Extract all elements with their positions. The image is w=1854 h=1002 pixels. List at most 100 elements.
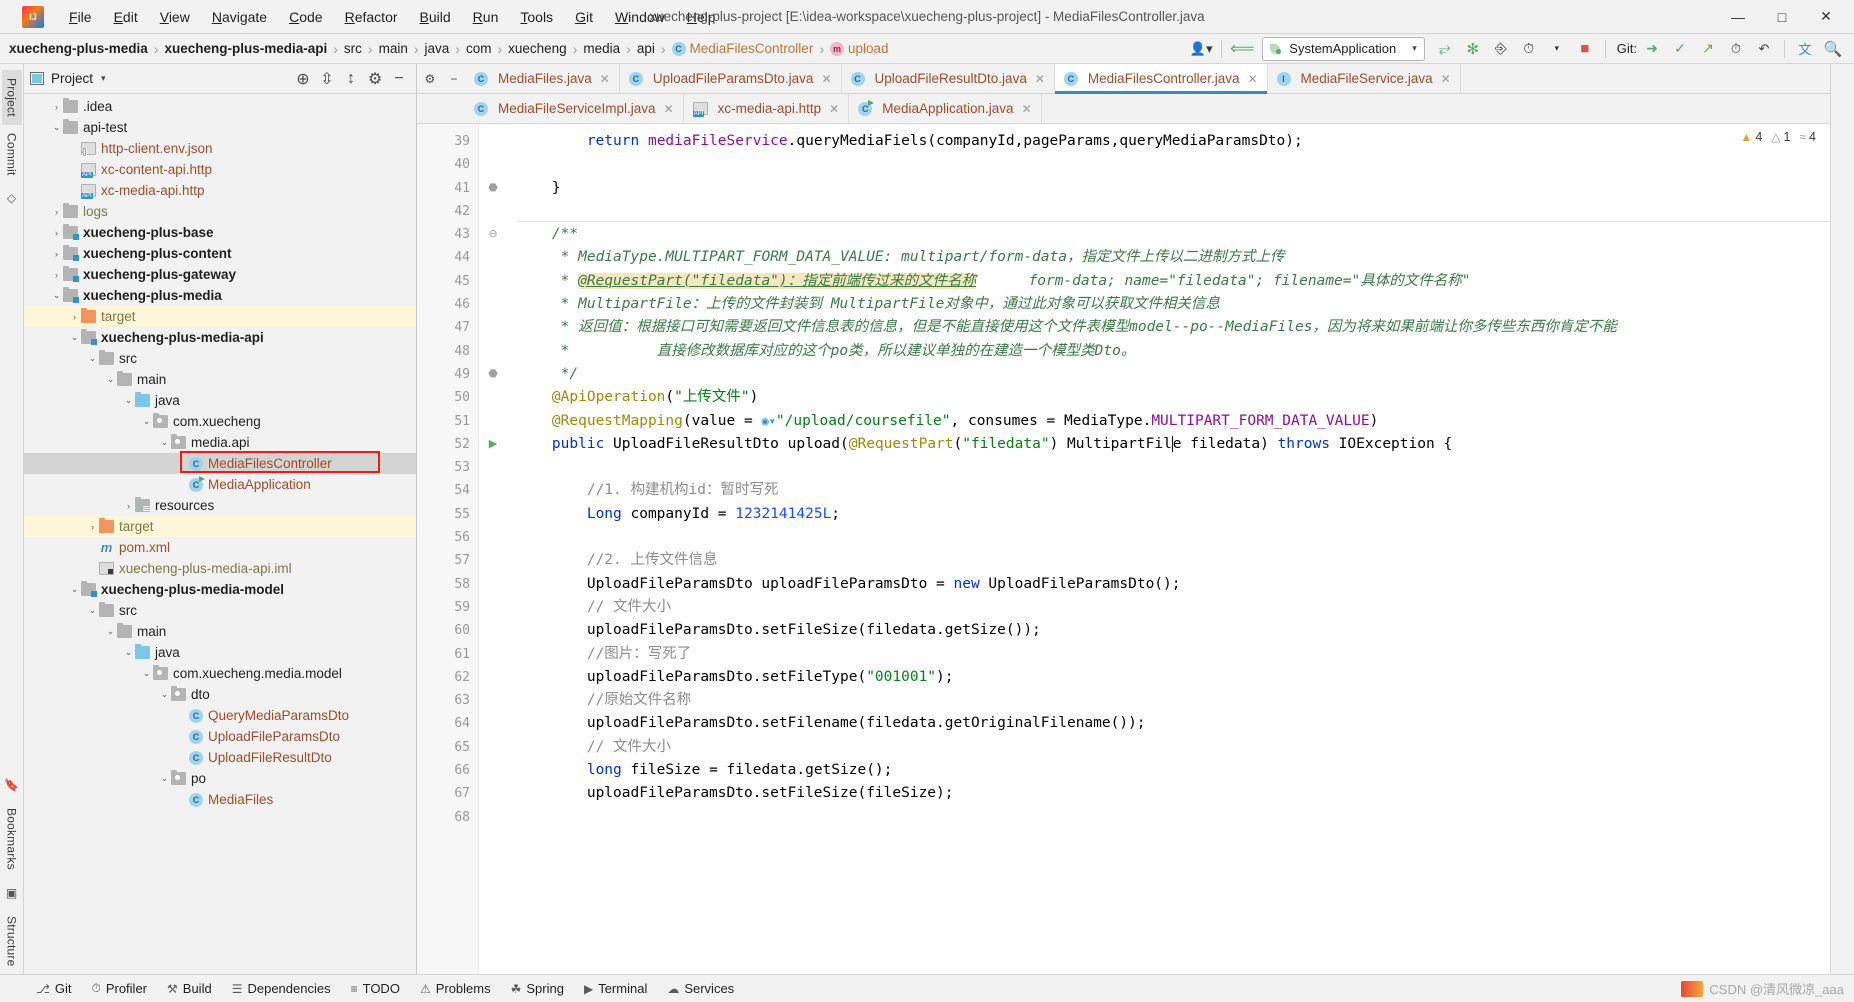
menu-item-run[interactable]: Run [462, 5, 510, 29]
breadcrumb-item-upload[interactable]: m upload [825, 39, 894, 58]
tree-item-mediaapplication[interactable]: C MediaApplication [24, 474, 416, 495]
menu-item-navigate[interactable]: Navigate [201, 5, 278, 29]
menu-item-tools[interactable]: Tools [509, 5, 564, 29]
project-tree[interactable]: › .idea ⌄ api-test http-client.env.json xc-co… [24, 94, 416, 974]
tool-tab-bookmarks[interactable]: Bookmarks [2, 800, 22, 878]
tree-item-xuecheng-plus-gateway[interactable]: › xuecheng-plus-gateway [24, 264, 416, 285]
run-configuration-selector[interactable]: SystemApplication ▾ [1262, 36, 1425, 61]
tree-item-http-client-env-json[interactable]: http-client.env.json [24, 138, 416, 159]
maximize-button[interactable]: □ [1760, 1, 1804, 33]
editor-tab-uploadfileparamsdto-java[interactable]: C UploadFileParamsDto.java ✕ [619, 64, 842, 93]
git-commit-button[interactable]: ✓ [1667, 37, 1693, 61]
chevron-down-icon[interactable]: ⌄ [122, 395, 135, 406]
chevron-down-icon[interactable]: ⌄ [104, 374, 117, 385]
chevron-right-icon[interactable]: › [50, 249, 63, 259]
profiler-dropdown-icon[interactable]: ▾ [1544, 37, 1570, 61]
tree-item-main[interactable]: ⌄ main [24, 621, 416, 642]
tree-item-uploadfileresultdto[interactable]: C UploadFileResultDto [24, 747, 416, 768]
tree-item-pom-xml[interactable]: m pom.xml [24, 537, 416, 558]
editor-tab-mediafileserviceimpl-java[interactable]: C MediaFileServiceImpl.java ✕ [465, 94, 684, 123]
chevron-down-icon[interactable]: ⌄ [50, 122, 63, 133]
tree-item-com-xuecheng-media-model[interactable]: ⌄ com.xuecheng.media.model [24, 663, 416, 684]
tree-item-mediafilescontroller[interactable]: C MediaFilesController [24, 453, 416, 474]
close-tab-icon[interactable]: ✕ [1441, 72, 1451, 86]
chevron-down-icon[interactable]: ⌄ [50, 290, 63, 301]
chevron-down-icon[interactable]: ⌄ [68, 584, 81, 595]
chevron-right-icon[interactable]: › [50, 228, 63, 238]
source-code[interactable]: return mediaFileService.queryMediaFiels(… [517, 124, 1830, 974]
tree-item-xuecheng-plus-media-model[interactable]: ⌄ xuecheng-plus-media-model [24, 579, 416, 600]
tree-item-logs[interactable]: › logs [24, 201, 416, 222]
close-tab-icon[interactable]: ✕ [821, 72, 831, 86]
breadcrumb-item-main[interactable]: main [374, 39, 413, 58]
editor-tab-mediafilescontroller-java[interactable]: C MediaFilesController.java ✕ [1054, 64, 1268, 94]
hide-panel-icon[interactable]: − [388, 68, 410, 90]
breadcrumb-item-xuecheng[interactable]: xuecheng [503, 39, 572, 58]
chevron-down-icon[interactable]: ⌄ [158, 689, 171, 700]
minimize-button[interactable]: — [1716, 1, 1760, 33]
run-coverage-button[interactable]: ⎆ [1488, 37, 1514, 61]
code-folding-column[interactable]: ⬣ ⊖ ⬣ ▶ [479, 124, 507, 974]
tree-item-java[interactable]: ⌄ java [24, 642, 416, 663]
breadcrumb-item-xuecheng-plus-media[interactable]: xuecheng-plus-media [4, 39, 153, 58]
tree-item-xuecheng-plus-base[interactable]: › xuecheng-plus-base [24, 222, 416, 243]
status-bar-git[interactable]: ⎇ Git [26, 978, 81, 999]
status-bar-profiler[interactable]: ⏱ Profiler [81, 978, 157, 999]
tree-item-uploadfileparamsdto[interactable]: C UploadFileParamsDto [24, 726, 416, 747]
menu-item-help[interactable]: Help [676, 5, 727, 29]
chevron-down-icon[interactable]: ⌄ [86, 605, 99, 616]
fold-marker[interactable]: ⬣ [479, 177, 507, 200]
breadcrumb[interactable]: xuecheng-plus-media › xuecheng-plus-media-… [4, 39, 894, 58]
git-history-button[interactable]: ⏱ [1723, 37, 1749, 61]
tree-item-target[interactable]: › target [24, 516, 416, 537]
run-method-icon[interactable]: ▶ [479, 433, 507, 456]
tree-item-media-api[interactable]: ⌄ media.api [24, 432, 416, 453]
chevron-down-icon[interactable]: ⌄ [68, 332, 81, 343]
profile-selector-icon[interactable]: 👤▾ [1188, 37, 1214, 61]
menu-item-window[interactable]: Window [604, 5, 676, 29]
breadcrumb-item-mediafilescontroller[interactable]: C MediaFilesController [667, 39, 819, 58]
editor-tab-xc-media-api-http[interactable]: xc-media-api.http ✕ [683, 94, 850, 123]
tree-item-com-xuecheng[interactable]: ⌄ com.xuecheng [24, 411, 416, 432]
chevron-down-icon[interactable]: ⌄ [158, 437, 171, 448]
tree-item--idea[interactable]: › .idea [24, 96, 416, 117]
menu-item-git[interactable]: Git [564, 5, 604, 29]
scroll-from-source-icon[interactable]: ⊕ [292, 68, 314, 90]
close-button[interactable]: ✕ [1804, 1, 1848, 33]
tree-item-src[interactable]: ⌄ src [24, 348, 416, 369]
git-update-button[interactable]: ➜ [1639, 37, 1665, 61]
status-bar-terminal[interactable]: ▶ Terminal [574, 978, 657, 999]
status-bar-spring[interactable]: ☘ Spring [501, 978, 574, 999]
chevron-right-icon[interactable]: › [68, 312, 81, 322]
status-bar-todo[interactable]: ≡ TODO [341, 978, 410, 999]
chevron-down-icon[interactable]: ⌄ [86, 353, 99, 364]
tree-item-target[interactable]: › target [24, 306, 416, 327]
status-bar-build[interactable]: ⚒ Build [157, 978, 222, 999]
menu-item-edit[interactable]: Edit [103, 5, 149, 29]
tree-item-java[interactable]: ⌄ java [24, 390, 416, 411]
gear-icon[interactable]: ⚙ [425, 72, 436, 86]
expand-all-icon[interactable]: ⇳ [316, 68, 338, 90]
editor-tab-mediaapplication-java[interactable]: C MediaApplication.java ✕ [849, 94, 1042, 123]
editor-tab-mediafiles-java[interactable]: C MediaFiles.java ✕ [465, 64, 620, 93]
tree-item-src[interactable]: ⌄ src [24, 600, 416, 621]
tree-item-po[interactable]: ⌄ po [24, 768, 416, 789]
back-arrow-icon[interactable]: ⟸ [1229, 37, 1255, 61]
menu-item-view[interactable]: View [149, 5, 201, 29]
tree-item-api-test[interactable]: ⌄ api-test [24, 117, 416, 138]
run-button[interactable]: ⥂ [1432, 37, 1458, 61]
inspection-widget[interactable]: ▲ 4 △ 1 ≈ 4 [1740, 130, 1816, 144]
tree-item-xuecheng-plus-media-api-iml[interactable]: xuecheng-plus-media-api.iml [24, 558, 416, 579]
tree-item-xuecheng-plus-media[interactable]: ⌄ xuecheng-plus-media [24, 285, 416, 306]
close-tab-icon[interactable]: ✕ [664, 102, 674, 116]
chevron-down-icon[interactable]: ▾ [101, 73, 106, 84]
breadcrumb-item-xuecheng-plus-media-api[interactable]: xuecheng-plus-media-api [159, 39, 332, 58]
tree-item-mediafiles[interactable]: C MediaFiles [24, 789, 416, 810]
chevron-down-icon[interactable]: ⌄ [158, 773, 171, 784]
git-push-button[interactable]: ↗ [1695, 37, 1721, 61]
tree-item-xc-media-api-http[interactable]: xc-media-api.http [24, 180, 416, 201]
collapse-all-icon[interactable]: ↕ [340, 68, 362, 90]
close-tab-icon[interactable]: ✕ [1035, 72, 1045, 86]
menu-bar[interactable]: File Edit View Navigate Code Refactor Build Run… [58, 5, 727, 29]
chevron-right-icon[interactable]: › [50, 270, 63, 280]
